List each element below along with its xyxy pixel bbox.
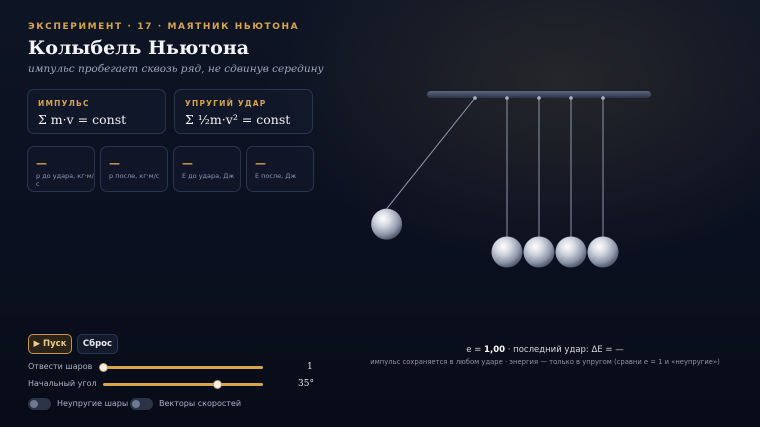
law-formula: Σ ½m·v² = const [185,112,291,127]
string-pivot [569,96,573,100]
toggle-knob [132,400,140,408]
play-button[interactable]: ▶ Пуск [28,334,72,354]
page-title: Колыбель Ньютона [28,37,250,59]
resting-ball[interactable] [555,236,587,268]
law-card-elastic: УПРУГИЙ УДАР Σ ½m·v² = const [174,89,313,134]
stat-label: p до удара, кг·м/с [36,172,94,188]
law-card-momentum: ИМПУЛЬС Σ m·v = const [27,89,166,134]
resting-ball[interactable] [587,236,619,268]
stat-value: — [109,157,120,170]
conservation-note: импульс сохраняется в любом ударе · энер… [370,358,720,366]
stat-energy-after: — E после, Дж [246,146,314,192]
string-pivot [473,96,477,100]
stat-momentum-after: — p после, кг·м/с [100,146,168,192]
law-label: ИМПУЛЬС [38,99,90,108]
stat-label: p после, кг·м/с [109,172,160,180]
balls-slider-label: Отвести шаров [28,362,93,371]
stat-label: E до удара, Дж [182,172,235,180]
angle-slider-value: 35° [298,379,314,389]
experiment-eyebrow: ЭКСПЕРИМЕНТ · 17 · МАЯТНИК НЬЮТОНА [28,22,300,32]
resting-ball[interactable] [523,236,555,268]
string-pivot [537,96,541,100]
reset-button[interactable]: Сброс [77,334,118,354]
balls-slider[interactable] [98,363,263,372]
pendulum-string [386,97,476,209]
velocity-vectors-toggle-label: Векторы скоростей [159,399,242,408]
inelastic-toggle-label: Неупругие шары [57,399,129,408]
balls-slider-value: 1 [307,362,313,372]
pulled-ball[interactable] [371,208,403,240]
angle-slider[interactable] [103,380,263,389]
stat-momentum-before: — p до удара, кг·м/с [27,146,95,192]
stat-energy-before: — E до удара, Дж [173,146,241,192]
stat-value: — [182,157,193,170]
toggle-knob [30,400,38,408]
balls-slider-thumb[interactable] [98,363,108,372]
resting-ball[interactable] [491,236,523,268]
stat-label: E после, Дж [255,172,297,180]
cradle-scene [371,91,651,268]
readout-suffix: · последний удар: ΔE = — [505,345,624,355]
readout-prefix: e = [466,345,485,355]
inelastic-toggle[interactable] [28,398,51,410]
control-panel: ЭКСПЕРИМЕНТ · 17 · МАЯТНИК НЬЮТОНА Колыб… [0,0,330,427]
stat-value: — [255,157,266,170]
law-label: УПРУГИЙ УДАР [185,99,267,108]
law-formula: Σ m·v = const [38,112,127,127]
angle-slider-thumb[interactable] [212,380,222,389]
restitution-value: 1,00 [484,345,506,355]
string-pivot [601,96,605,100]
string-pivot [505,96,509,100]
velocity-vectors-toggle[interactable] [130,398,153,410]
restitution-readout: e = 1,00 · последний удар: ΔE = — [330,345,760,355]
angle-slider-label: Начальный угол [28,379,97,388]
stat-value: — [36,157,47,170]
page-subtitle: импульс пробегает сквозь ряд, не сдвинув… [28,63,324,75]
